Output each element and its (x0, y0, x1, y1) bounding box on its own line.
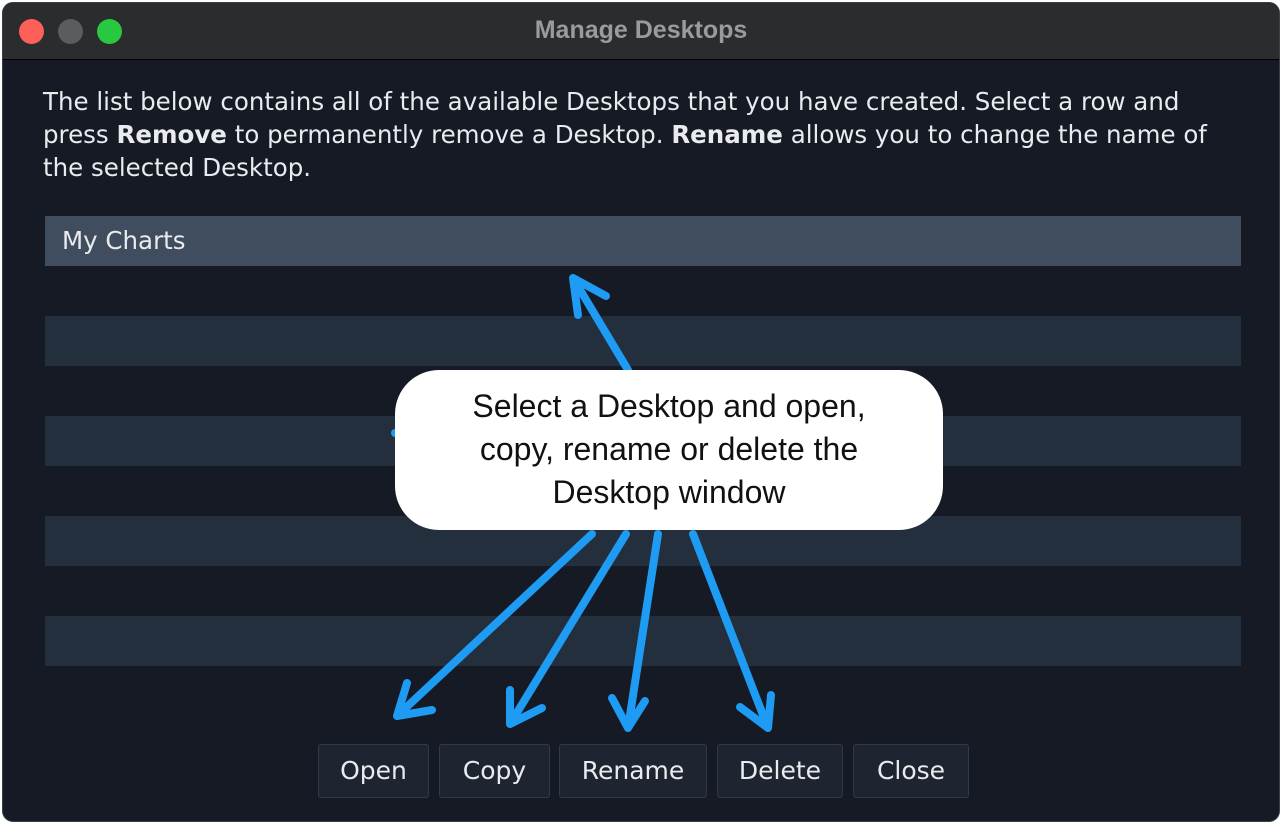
callout-line: Desktop window (552, 474, 786, 510)
window-title: Manage Desktops (534, 16, 748, 44)
title-bar: Manage Desktops (3, 3, 1279, 60)
desktop-row[interactable] (45, 316, 1241, 366)
open-button[interactable]: Open (318, 744, 429, 798)
callout-line: Select a Desktop and open, (472, 388, 866, 424)
delete-button[interactable]: Delete (717, 744, 843, 798)
desktop-row[interactable] (45, 566, 1241, 616)
close-button[interactable]: Close (853, 744, 969, 798)
desktop-row[interactable] (45, 616, 1241, 666)
copy-button[interactable]: Copy (439, 744, 550, 798)
rename-button[interactable]: Rename (559, 744, 707, 798)
remove-keyword: Remove (116, 120, 227, 149)
instructions-part-2: to permanently remove a Desktop. (226, 120, 672, 149)
rename-keyword: Rename (671, 120, 783, 149)
annotation-callout: Select a Desktop and open, copy, rename … (395, 370, 943, 530)
desktop-row[interactable]: My Charts (45, 216, 1241, 266)
callout-line: copy, rename or delete the (479, 431, 859, 467)
instructions-text: The list below contains all of the avail… (43, 85, 1243, 184)
desktop-row[interactable] (45, 266, 1241, 316)
